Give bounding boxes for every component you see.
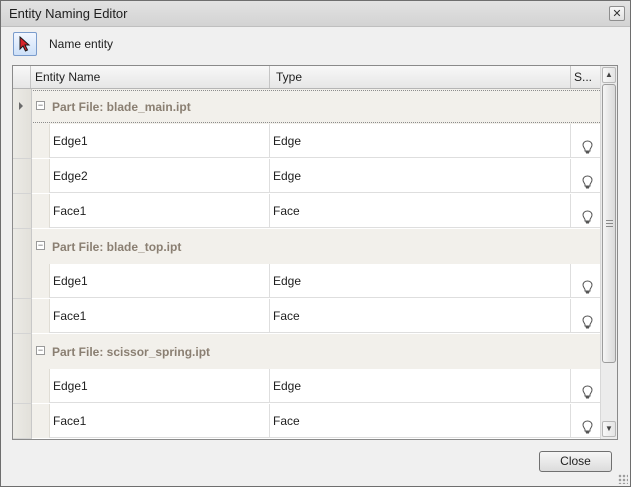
- row-indent: [32, 299, 50, 333]
- name-entity-pick-button[interactable]: [13, 32, 37, 56]
- row-indent: [32, 194, 50, 228]
- entity-name-cell[interactable]: Edge1: [49, 369, 270, 403]
- row-indent: [32, 264, 50, 298]
- scroll-down-icon[interactable]: ▼: [602, 421, 616, 437]
- status-cell[interactable]: [571, 404, 603, 438]
- row-selector[interactable]: [13, 404, 32, 439]
- resize-grip[interactable]: [618, 474, 628, 484]
- row-indent: [32, 124, 50, 158]
- type-cell: Face: [270, 404, 571, 438]
- table-row[interactable]: Face1 Face: [13, 404, 603, 439]
- row-selector[interactable]: [13, 334, 32, 370]
- type-cell: Edge: [270, 124, 571, 158]
- status-cell[interactable]: [571, 194, 603, 228]
- table-row[interactable]: Edge1 Edge: [13, 369, 603, 404]
- status-cell[interactable]: [571, 369, 603, 403]
- row-selector[interactable]: [13, 194, 32, 229]
- header-selector-cell: [13, 66, 31, 88]
- pointer-arrow-icon: [19, 36, 31, 52]
- group-title: Part File: scissor_spring.ipt: [52, 345, 211, 359]
- status-cell[interactable]: [571, 159, 603, 193]
- grid-rows: − Part File: blade_main.ipt Edge1 Edge Edge2…: [13, 89, 603, 439]
- toolbar: Name entity: [1, 27, 630, 59]
- entity-name-cell[interactable]: Face1: [49, 299, 270, 333]
- window-title: Entity Naming Editor: [9, 6, 128, 21]
- group-title: Part File: blade_main.ipt: [52, 100, 191, 114]
- row-selector[interactable]: [13, 369, 32, 404]
- type-cell: Face: [270, 299, 571, 333]
- row-selector[interactable]: [13, 299, 32, 334]
- column-header-entity-name[interactable]: Entity Name: [31, 66, 270, 88]
- type-cell: Edge: [270, 369, 571, 403]
- scroll-up-icon[interactable]: ▲: [602, 67, 616, 83]
- row-selector[interactable]: [13, 124, 32, 159]
- collapse-minus-icon[interactable]: −: [36, 101, 45, 110]
- collapse-minus-icon[interactable]: −: [36, 346, 45, 355]
- lightbulb-icon[interactable]: [582, 413, 593, 439]
- entity-name-cell[interactable]: Edge2: [49, 159, 270, 193]
- row-selector[interactable]: [13, 89, 32, 125]
- row-indent: [32, 369, 50, 403]
- scroll-grip: [606, 220, 613, 227]
- group-row[interactable]: − Part File: blade_top.ipt: [13, 229, 603, 265]
- window-close-icon[interactable]: ✕: [609, 6, 625, 21]
- type-cell: Face: [270, 194, 571, 228]
- group-row[interactable]: − Part File: scissor_spring.ipt: [13, 334, 603, 370]
- table-row[interactable]: Face1 Face: [13, 299, 603, 334]
- status-cell[interactable]: [571, 264, 603, 298]
- row-indent: [32, 159, 50, 193]
- entity-name-cell[interactable]: Edge1: [49, 264, 270, 298]
- entity-name-cell[interactable]: Edge1: [49, 124, 270, 158]
- table-row[interactable]: Face1 Face: [13, 194, 603, 229]
- group-header: − Part File: scissor_spring.ipt: [36, 345, 210, 359]
- type-cell: Edge: [270, 159, 571, 193]
- entity-name-cell[interactable]: Face1: [49, 194, 270, 228]
- entity-grid: Entity Name Type S... − Part File: blade_…: [12, 65, 618, 440]
- status-cell[interactable]: [571, 124, 603, 158]
- vertical-scrollbar[interactable]: ▲ ▼: [600, 66, 617, 439]
- table-row[interactable]: Edge2 Edge: [13, 159, 603, 194]
- group-row[interactable]: − Part File: blade_main.ipt: [13, 89, 603, 125]
- entity-name-cell[interactable]: Face1: [49, 404, 270, 438]
- collapse-minus-icon[interactable]: −: [36, 241, 45, 250]
- group-header: − Part File: blade_main.ipt: [36, 100, 191, 114]
- table-row[interactable]: Edge1 Edge: [13, 124, 603, 159]
- name-entity-label: Name entity: [49, 37, 114, 51]
- column-header-type[interactable]: Type: [270, 66, 571, 88]
- column-header-status[interactable]: S...: [571, 66, 603, 88]
- close-button[interactable]: Close: [539, 451, 612, 472]
- group-header: − Part File: blade_top.ipt: [36, 240, 181, 254]
- row-selector[interactable]: [13, 159, 32, 194]
- entity-naming-editor-window: Entity Naming Editor ✕ Name entity Entit…: [0, 0, 631, 487]
- scroll-thumb[interactable]: [602, 84, 616, 363]
- table-row[interactable]: Edge1 Edge: [13, 264, 603, 299]
- grid-header: Entity Name Type S...: [13, 66, 603, 89]
- title-bar[interactable]: Entity Naming Editor ✕: [1, 1, 630, 27]
- row-indent: [32, 404, 50, 438]
- row-selector[interactable]: [13, 264, 32, 299]
- type-cell: Edge: [270, 264, 571, 298]
- status-cell[interactable]: [571, 299, 603, 333]
- group-title: Part File: blade_top.ipt: [52, 240, 182, 254]
- row-selector[interactable]: [13, 229, 32, 265]
